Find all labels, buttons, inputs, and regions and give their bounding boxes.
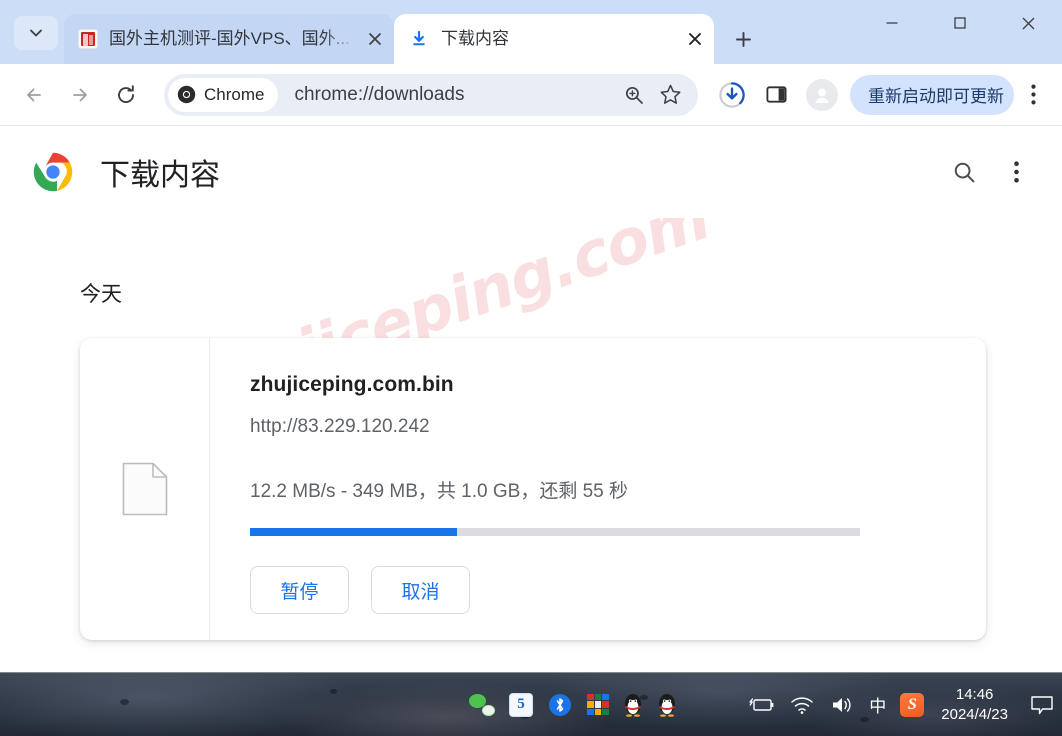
url-text[interactable]: chrome://downloads xyxy=(294,84,616,106)
pause-button[interactable]: 暂停 xyxy=(250,566,349,614)
tray-sogou[interactable]: S xyxy=(893,673,931,736)
bluetooth-icon xyxy=(547,692,573,718)
minimize-icon xyxy=(886,22,898,24)
chrome-logo-icon xyxy=(177,85,196,104)
clock-date: 2024/4/23 xyxy=(941,705,1008,723)
clock-time: 14:46 xyxy=(955,685,994,703)
site-favicon xyxy=(78,29,98,49)
new-tab-button[interactable] xyxy=(726,22,760,56)
download-actions: 暂停 取消 xyxy=(250,566,956,614)
chrome-logo-icon xyxy=(32,151,74,193)
download-progress-bar xyxy=(250,528,860,536)
download-item-card[interactable]: zhujiceping.com.bin http://83.229.120.24… xyxy=(80,338,986,640)
system-tray: 中 S 14:46 2024/4/23 xyxy=(742,673,1062,736)
chrome-origin-chip[interactable]: Chrome xyxy=(168,77,279,112)
reload-icon xyxy=(118,84,134,103)
tab-site[interactable]: 国外主机测评-国外VPS、国外... xyxy=(64,14,394,64)
more-vertical-icon xyxy=(1030,84,1036,105)
screen: 国外主机测评-国外VPS、国外... 下载内容 Chrome chrome://… xyxy=(0,0,1062,736)
tab-title: 下载内容 xyxy=(441,29,509,48)
taskbar-app-wechat[interactable] xyxy=(462,673,502,736)
taskbar-app-five[interactable]: 5 xyxy=(502,673,540,736)
maximize-button[interactable] xyxy=(926,0,994,46)
profile-avatar[interactable] xyxy=(806,78,838,111)
color-grid-icon xyxy=(587,693,609,716)
browser-menu-button[interactable] xyxy=(1018,78,1048,112)
side-panel-button[interactable] xyxy=(756,75,796,115)
taskbar-bluetooth[interactable] xyxy=(540,673,580,736)
tab-title: 国外主机测评-国外VPS、国外... xyxy=(109,29,350,48)
volume-icon xyxy=(829,692,855,718)
tab-close-button[interactable] xyxy=(362,26,388,52)
file-icon xyxy=(122,462,167,516)
tray-ime[interactable]: 中 xyxy=(862,673,893,736)
browser-toolbar: Chrome chrome://downloads 重新启动即可更新 xyxy=(0,64,1062,126)
arrow-left-icon xyxy=(27,88,41,101)
app-five-icon: 5 xyxy=(509,692,533,717)
tab-close-button[interactable] xyxy=(682,26,708,52)
download-status-text: 12.2 MB/s - 349 MB，共 1.0 GB，还剩 55 秒 xyxy=(250,481,629,502)
notification-icon xyxy=(1029,692,1055,718)
download-file-name[interactable]: zhujiceping.com.bin xyxy=(250,373,956,397)
update-button[interactable]: 重新启动即可更新 xyxy=(850,74,1014,115)
forward-button[interactable] xyxy=(60,75,100,115)
tray-volume[interactable] xyxy=(822,673,862,736)
plus-icon xyxy=(735,31,751,47)
taskbar-color-grid[interactable] xyxy=(580,673,616,736)
maximize-icon xyxy=(954,17,966,29)
tray-battery[interactable] xyxy=(742,673,782,736)
taskbar-clock[interactable]: 14:46 2024/4/23 xyxy=(931,685,1022,725)
taskbar-app-qq[interactable] xyxy=(616,673,650,736)
chevron-down-icon xyxy=(30,29,42,37)
chrome-browser-window: 国外主机测评-国外VPS、国外... 下载内容 Chrome chrome://… xyxy=(0,0,1062,672)
bookmark-star-icon[interactable] xyxy=(652,77,688,113)
reload-button[interactable] xyxy=(106,75,146,115)
page-title: 下载内容 xyxy=(100,159,220,192)
close-icon xyxy=(369,33,381,45)
arrow-right-icon xyxy=(73,88,87,101)
battery-icon xyxy=(749,692,775,718)
download-thumbnail xyxy=(80,338,210,640)
download-progress-icon xyxy=(719,81,745,108)
tab-search-button[interactable] xyxy=(14,16,58,50)
downloads-group-label: 今天 xyxy=(80,283,122,306)
download-icon xyxy=(408,28,430,50)
cancel-button[interactable]: 取消 xyxy=(371,566,470,614)
downloads-header: 下载内容 xyxy=(0,126,1062,218)
download-progress-fill xyxy=(250,528,458,536)
close-window-button[interactable] xyxy=(994,0,1062,46)
qq-icon-2 xyxy=(659,693,675,717)
notification-center-button[interactable] xyxy=(1022,673,1062,736)
avatar-icon xyxy=(815,88,829,103)
download-details: zhujiceping.com.bin http://83.229.120.24… xyxy=(210,338,986,640)
address-bar[interactable]: Chrome chrome://downloads xyxy=(164,73,698,116)
back-button[interactable] xyxy=(14,75,54,115)
wifi-icon xyxy=(789,692,815,718)
side-panel-icon xyxy=(765,86,787,103)
ime-chinese-icon: 中 xyxy=(869,697,887,716)
search-icon xyxy=(954,162,974,182)
wechat-icon xyxy=(469,693,495,716)
tab-downloads[interactable]: 下载内容 xyxy=(394,14,714,64)
download-source-url: http://83.229.120.242 xyxy=(250,416,430,437)
qq-icon xyxy=(625,693,641,717)
more-vertical-icon xyxy=(1013,161,1019,183)
window-controls xyxy=(858,0,1062,64)
close-icon xyxy=(1022,17,1034,29)
downloads-page: 下载内容 zhujiceping.com 今天 zhujiceping.com.… xyxy=(0,126,1062,672)
downloads-menu-button[interactable] xyxy=(994,150,1038,194)
minimize-button[interactable] xyxy=(858,0,926,46)
update-label: 重新启动即可更新 xyxy=(868,87,1004,106)
downloads-button[interactable] xyxy=(712,75,752,115)
windows-taskbar: 5 中 S 14:46 2024/4/23 xyxy=(0,672,1062,736)
sogou-icon: S xyxy=(900,692,925,717)
chrome-chip-label: Chrome xyxy=(204,84,265,104)
tab-strip: 国外主机测评-国外VPS、国外... 下载内容 xyxy=(0,0,1062,64)
zoom-search-icon[interactable] xyxy=(616,77,652,113)
downloads-search-button[interactable] xyxy=(942,150,986,194)
close-icon xyxy=(689,33,701,45)
tray-wifi[interactable] xyxy=(782,673,822,736)
taskbar-app-qq-2[interactable] xyxy=(650,673,684,736)
